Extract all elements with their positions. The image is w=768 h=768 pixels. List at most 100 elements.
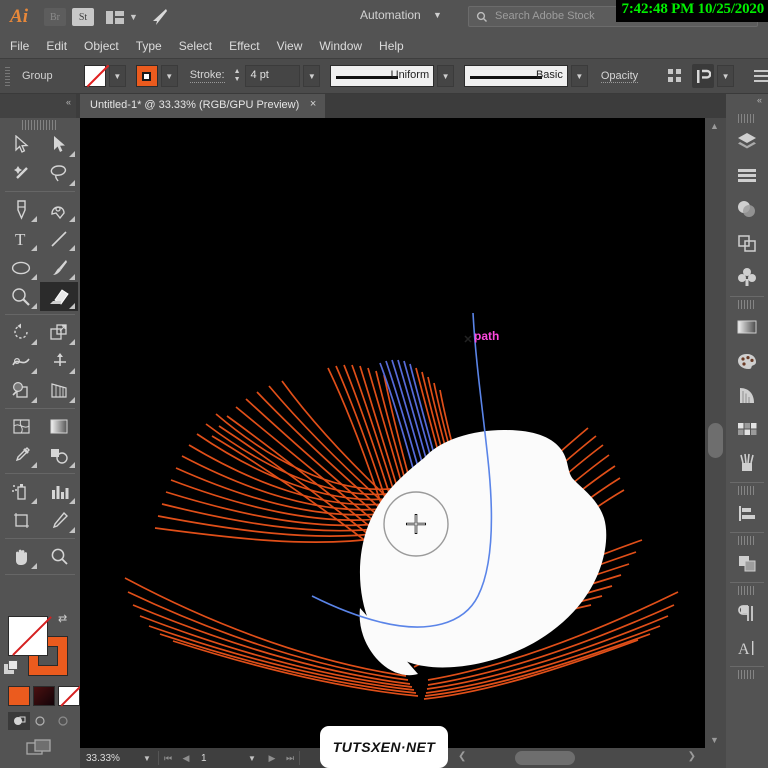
- swap-fill-stroke-icon[interactable]: ⇄: [58, 612, 72, 626]
- eraser-tool[interactable]: [40, 282, 78, 311]
- previous-artboard-icon[interactable]: ◀: [177, 753, 195, 764]
- shape-builder-tool[interactable]: [2, 376, 40, 405]
- close-icon[interactable]: ×: [310, 98, 316, 110]
- ellipse-tool[interactable]: [2, 253, 40, 282]
- transform-panel-icon[interactable]: [726, 546, 768, 580]
- mesh-tool[interactable]: [2, 412, 40, 441]
- stroke-swatch[interactable]: [135, 65, 158, 87]
- layers-panel-icon[interactable]: [726, 124, 768, 158]
- right-panel-collapse-button[interactable]: «: [726, 94, 768, 111]
- swatches-panel-icon[interactable]: [726, 412, 768, 446]
- symbol-sprayer-tool[interactable]: [2, 477, 40, 506]
- stroke-chevron-down-icon[interactable]: ▼: [160, 65, 178, 87]
- menu-window[interactable]: Window: [319, 39, 362, 53]
- artboard-chevron-down-icon[interactable]: ▼: [241, 754, 263, 763]
- opacity-label[interactable]: Opacity: [600, 70, 639, 83]
- recolor-chevron-down-icon[interactable]: ▼: [717, 65, 735, 87]
- control-bar-grip[interactable]: [5, 66, 10, 86]
- left-panel-collapse-button[interactable]: «: [0, 94, 76, 118]
- screen-mode-button[interactable]: [26, 738, 54, 758]
- magic-wand-tool[interactable]: [2, 159, 40, 188]
- color-mode-color-button[interactable]: [8, 686, 30, 706]
- stroke-weight-label[interactable]: Stroke:: [189, 69, 225, 83]
- width-profile-chevron-down-icon[interactable]: ▼: [437, 65, 455, 87]
- menu-type[interactable]: Type: [136, 39, 162, 53]
- hand-tool[interactable]: [2, 542, 40, 571]
- right-dock-grip-1[interactable]: [738, 114, 756, 123]
- right-dock-grip-6[interactable]: [738, 670, 756, 679]
- character-panel-icon[interactable]: A: [726, 630, 768, 664]
- canvas-horizontal-scrollbar[interactable]: ▶ ❮ ❯: [430, 748, 726, 768]
- transparency-panel-icon[interactable]: [726, 192, 768, 226]
- bridge-icon[interactable]: Br: [44, 8, 66, 26]
- fill-chevron-down-icon[interactable]: ▼: [108, 65, 126, 87]
- stroke-weight-stepper[interactable]: ▲ ▼: [232, 65, 243, 87]
- width-profile-select[interactable]: Uniform: [330, 65, 435, 87]
- perspective-grid-tool[interactable]: [40, 376, 78, 405]
- horizontal-scroll-thumb[interactable]: [515, 751, 575, 765]
- column-graph-tool[interactable]: [40, 477, 78, 506]
- color-guide-panel-icon[interactable]: [726, 378, 768, 412]
- zoom-chevron-down-icon[interactable]: ▼: [136, 754, 158, 763]
- scroll-right-icon[interactable]: ❯: [688, 751, 696, 762]
- scale-tool[interactable]: [40, 318, 78, 347]
- gradient-tool[interactable]: [40, 412, 78, 441]
- right-dock-grip-5[interactable]: [738, 586, 756, 595]
- scroll-up-icon[interactable]: ▲: [710, 121, 719, 131]
- stroke-weight-chevron-down-icon[interactable]: ▼: [303, 65, 321, 87]
- slice-tool[interactable]: [40, 506, 78, 535]
- pen-tool[interactable]: [2, 195, 40, 224]
- draw-behind-button[interactable]: [30, 712, 52, 730]
- paintbrush-tool[interactable]: [40, 253, 78, 282]
- automation-menu[interactable]: Automation: [360, 8, 421, 22]
- brushes-panel-icon[interactable]: [726, 446, 768, 480]
- right-dock-grip-3[interactable]: [738, 486, 756, 495]
- default-fill-stroke-icon[interactable]: [4, 660, 19, 675]
- width-tool[interactable]: [2, 347, 40, 376]
- vertical-scroll-thumb[interactable]: [708, 423, 723, 458]
- selection-tool[interactable]: [2, 130, 40, 159]
- shaper-tool[interactable]: [2, 282, 40, 311]
- menu-view[interactable]: View: [277, 39, 303, 53]
- fill-color-box[interactable]: [8, 616, 48, 656]
- stock-icon[interactable]: St: [72, 8, 94, 26]
- canvas-vertical-scrollbar[interactable]: ▲ ▼: [705, 118, 726, 748]
- eyedropper-tool[interactable]: [2, 441, 40, 470]
- artboard-number-input[interactable]: 1: [195, 753, 241, 764]
- arrange-chevron-down-icon[interactable]: ▼: [129, 12, 138, 22]
- artboard-tool[interactable]: [2, 506, 40, 535]
- draw-inside-button[interactable]: [52, 712, 74, 730]
- more-options-icon[interactable]: [754, 70, 768, 82]
- color-mode-none-button[interactable]: [58, 686, 80, 706]
- zoom-level-input[interactable]: 33.33%: [80, 753, 136, 764]
- discover-rocket-icon[interactable]: [150, 8, 170, 26]
- properties-panel-icon[interactable]: [726, 158, 768, 192]
- stroke-weight-input[interactable]: 4 pt: [244, 65, 301, 87]
- menu-help[interactable]: Help: [379, 39, 404, 53]
- draw-normal-button[interactable]: [8, 712, 30, 730]
- align-panel-icon[interactable]: [726, 496, 768, 530]
- pathfinder-panel-icon[interactable]: [726, 226, 768, 260]
- type-tool[interactable]: T: [2, 224, 40, 253]
- brush-definition-select[interactable]: Basic: [464, 65, 568, 87]
- color-mode-gradient-button[interactable]: [33, 686, 55, 706]
- scroll-down-icon[interactable]: ▼: [710, 735, 719, 745]
- last-artboard-icon[interactable]: ⏭: [281, 753, 299, 764]
- tools-panel-grip[interactable]: [22, 120, 58, 130]
- automation-chevron-down-icon[interactable]: ▼: [433, 10, 442, 20]
- recolor-artwork-button[interactable]: [692, 64, 715, 88]
- brush-definition-chevron-down-icon[interactable]: ▼: [570, 65, 588, 87]
- blend-tool[interactable]: [40, 441, 78, 470]
- direct-selection-tool[interactable]: [40, 130, 78, 159]
- menu-edit[interactable]: Edit: [46, 39, 67, 53]
- menu-object[interactable]: Object: [84, 39, 119, 53]
- arrange-documents-icon[interactable]: [106, 10, 124, 24]
- fill-swatch[interactable]: [83, 65, 106, 87]
- zoom-tool[interactable]: [40, 542, 78, 571]
- line-segment-tool[interactable]: [40, 224, 78, 253]
- first-artboard-icon[interactable]: ⏮: [159, 753, 177, 764]
- menu-select[interactable]: Select: [179, 39, 212, 53]
- menu-file[interactable]: File: [10, 39, 29, 53]
- artboard-canvas[interactable]: path: [80, 118, 726, 748]
- paragraph-panel-icon[interactable]: [726, 596, 768, 630]
